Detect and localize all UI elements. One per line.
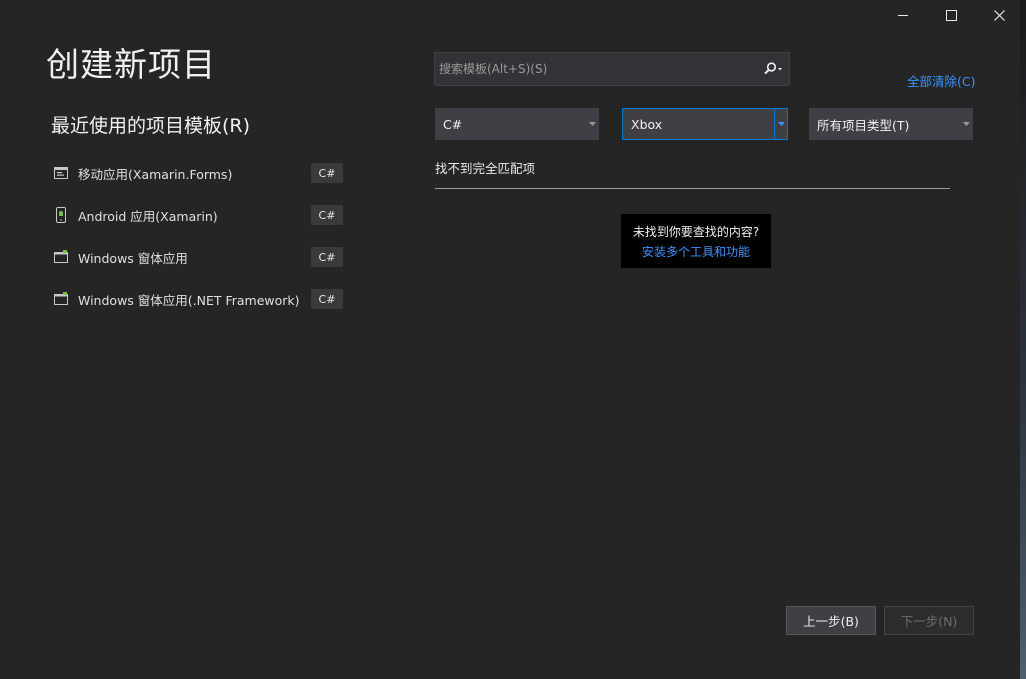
template-search[interactable] xyxy=(434,52,790,86)
close-button[interactable] xyxy=(976,0,1022,30)
chevron-down-icon xyxy=(585,108,599,140)
platform-filter-value: Xbox xyxy=(631,116,663,132)
windows-form-icon xyxy=(52,248,70,266)
platform-filter-dropdown[interactable]: Xbox xyxy=(622,108,788,140)
language-filter-value: C# xyxy=(443,116,463,132)
recent-template-item[interactable]: Windows 窗体应用 C# xyxy=(52,236,347,278)
chevron-down-icon xyxy=(774,109,787,139)
language-tag: C# xyxy=(311,205,343,225)
create-project-window: 创建新项目 最近使用的项目模板(R) 移动应用(Xamarin.Forms) C… xyxy=(0,0,1026,679)
back-button[interactable]: 上一步(B) xyxy=(786,606,876,635)
install-tools-link[interactable]: 安装多个工具和功能 xyxy=(642,243,750,260)
recent-templates-heading: 最近使用的项目模板(R) xyxy=(51,115,251,137)
recent-template-item[interactable]: 移动应用(Xamarin.Forms) C# xyxy=(52,152,347,194)
minimize-icon xyxy=(898,14,908,16)
language-tag: C# xyxy=(311,163,343,183)
no-match-message: 找不到完全匹配项 xyxy=(435,161,536,176)
recent-template-item[interactable]: Android 应用(Xamarin) C# xyxy=(52,194,347,236)
windows-form-icon xyxy=(52,290,70,308)
chevron-down-icon xyxy=(959,108,973,140)
desktop-edge xyxy=(1020,0,1026,679)
not-found-question: 未找到你要查找的内容? xyxy=(632,224,760,239)
results-divider xyxy=(435,188,950,189)
project-type-filter-value: 所有项目类型(T) xyxy=(817,117,910,133)
maximize-icon xyxy=(945,9,957,21)
recent-templates-list: 移动应用(Xamarin.Forms) C# Android 应用(Xamari… xyxy=(52,152,347,320)
recent-template-label: Windows 窗体应用(.NET Framework) xyxy=(78,292,300,308)
close-icon xyxy=(993,9,1005,21)
language-tag: C# xyxy=(311,247,343,267)
recent-template-item[interactable]: Windows 窗体应用(.NET Framework) C# xyxy=(52,278,347,320)
clear-all-link[interactable]: 全部清除(C) xyxy=(907,71,975,90)
maximize-button[interactable] xyxy=(928,0,974,30)
recent-template-label: 移动应用(Xamarin.Forms) xyxy=(78,166,233,182)
recent-template-label: Windows 窗体应用 xyxy=(78,250,188,266)
minimize-button[interactable] xyxy=(880,0,926,30)
mobile-app-icon xyxy=(52,164,70,182)
page-title: 创建新项目 xyxy=(46,45,216,84)
project-type-filter-dropdown[interactable]: 所有项目类型(T) xyxy=(809,108,973,140)
language-tag: C# xyxy=(311,289,343,309)
android-app-icon xyxy=(52,206,70,224)
search-input[interactable] xyxy=(435,61,757,77)
search-icon xyxy=(764,62,782,75)
next-button[interactable]: 下一步(N) xyxy=(884,606,974,635)
search-options-button[interactable] xyxy=(757,53,789,85)
not-found-panel: 未找到你要查找的内容? 安装多个工具和功能 xyxy=(621,214,771,268)
language-filter-dropdown[interactable]: C# xyxy=(435,108,599,140)
recent-template-label: Android 应用(Xamarin) xyxy=(78,208,218,224)
